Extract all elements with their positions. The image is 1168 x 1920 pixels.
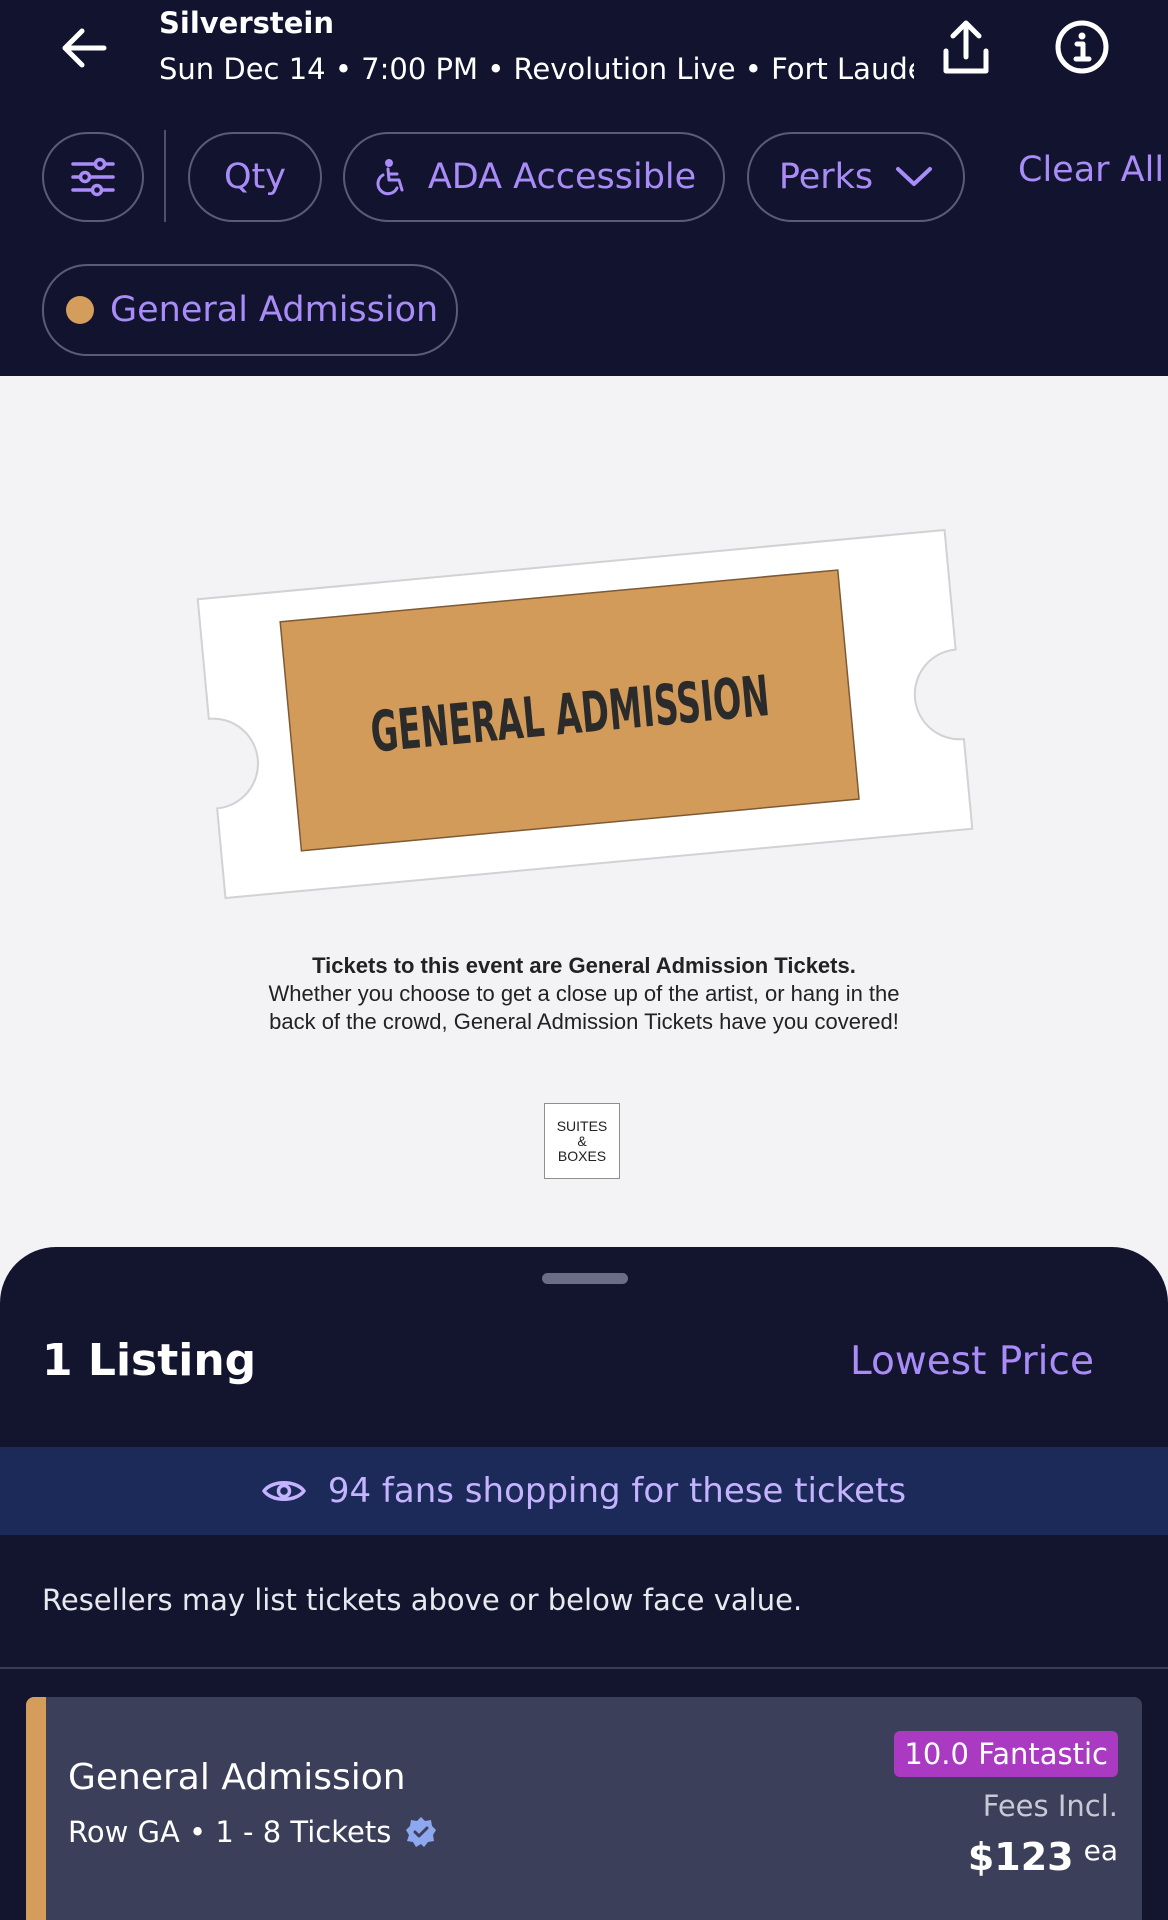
deal-rating-badge: 10.0 Fantastic <box>894 1731 1118 1777</box>
fans-shopping-banner: 94 fans shopping for these tickets <box>0 1447 1168 1535</box>
fees-included-label: Fees Incl. <box>982 1789 1118 1823</box>
sliders-icon <box>71 157 115 197</box>
listing-details-row: Row GA • 1 - 8 Tickets <box>68 1815 437 1849</box>
back-button[interactable] <box>52 16 116 80</box>
seat-map: GENERAL ADMISSION Tickets to this event … <box>0 376 1168 1256</box>
ga-note-title: Tickets to this event are General Admiss… <box>312 953 856 978</box>
listings-sheet: 1 Listing Lowest Price 94 fans shopping … <box>0 1247 1168 1920</box>
share-button[interactable] <box>934 14 998 82</box>
info-icon <box>1055 20 1109 74</box>
listing-count: 1 Listing <box>42 1335 257 1386</box>
price-unit: ea <box>1083 1834 1118 1867</box>
general-admission-note: Tickets to this event are General Admiss… <box>200 952 968 1036</box>
fans-text: 94 fans shopping for these tickets <box>327 1471 907 1511</box>
info-button[interactable] <box>1052 17 1112 77</box>
sheet-drag-handle[interactable] <box>542 1273 628 1284</box>
listing-details: Row GA • 1 - 8 Tickets <box>68 1815 392 1849</box>
suites-boxes-button[interactable]: SUITES & BOXES <box>544 1103 620 1179</box>
back-arrow-icon <box>62 28 107 68</box>
filters-button[interactable] <box>42 132 144 222</box>
listing-price: $123 ea <box>967 1834 1118 1879</box>
ga-note-line-2: Whether you choose to get a close up of … <box>268 981 900 1006</box>
filter-divider <box>164 130 166 222</box>
wheelchair-icon <box>376 159 404 196</box>
event-subtitle: Sun Dec 14 • 7:00 PM • Revolution Live •… <box>159 52 914 86</box>
ada-label: ADA Accessible <box>427 157 697 197</box>
perks-dropdown[interactable]: Perks <box>747 132 965 222</box>
resellers-disclaimer: Resellers may list tickets above or belo… <box>42 1583 803 1617</box>
suites-line-2: & <box>577 1132 587 1149</box>
listing-section: General Admission <box>68 1757 406 1798</box>
section-color-dot <box>66 296 94 324</box>
event-title: Silverstein <box>159 6 335 40</box>
qty-filter[interactable]: Qty <box>188 132 322 222</box>
qty-label: Qty <box>224 157 286 197</box>
clear-all-button[interactable]: Clear All <box>1018 150 1164 190</box>
price-amount: $123 <box>967 1835 1074 1879</box>
verified-badge-icon <box>406 1817 437 1847</box>
section-chip-label: General Admission <box>110 290 439 330</box>
sort-button[interactable]: Lowest Price <box>850 1339 1094 1384</box>
suites-line-1: SUITES <box>556 1117 608 1134</box>
section-chip-general-admission[interactable]: General Admission <box>42 264 458 356</box>
eye-icon <box>262 1481 306 1501</box>
general-admission-ticket-graphic[interactable]: GENERAL ADMISSION <box>190 524 980 904</box>
listing-card[interactable]: General Admission Row GA • 1 - 8 Tickets… <box>26 1697 1142 1920</box>
section-divider <box>0 1667 1168 1669</box>
ga-note-line-3: back of the crowd, General Admission Tic… <box>269 1009 899 1034</box>
suites-line-3: BOXES <box>557 1147 607 1164</box>
chevron-down-icon <box>896 167 933 186</box>
perks-label: Perks <box>778 157 874 197</box>
ada-accessible-filter[interactable]: ADA Accessible <box>343 132 725 222</box>
event-header: Silverstein Sun Dec 14 • 7:00 PM • Revol… <box>0 0 1168 376</box>
share-icon <box>943 20 989 74</box>
